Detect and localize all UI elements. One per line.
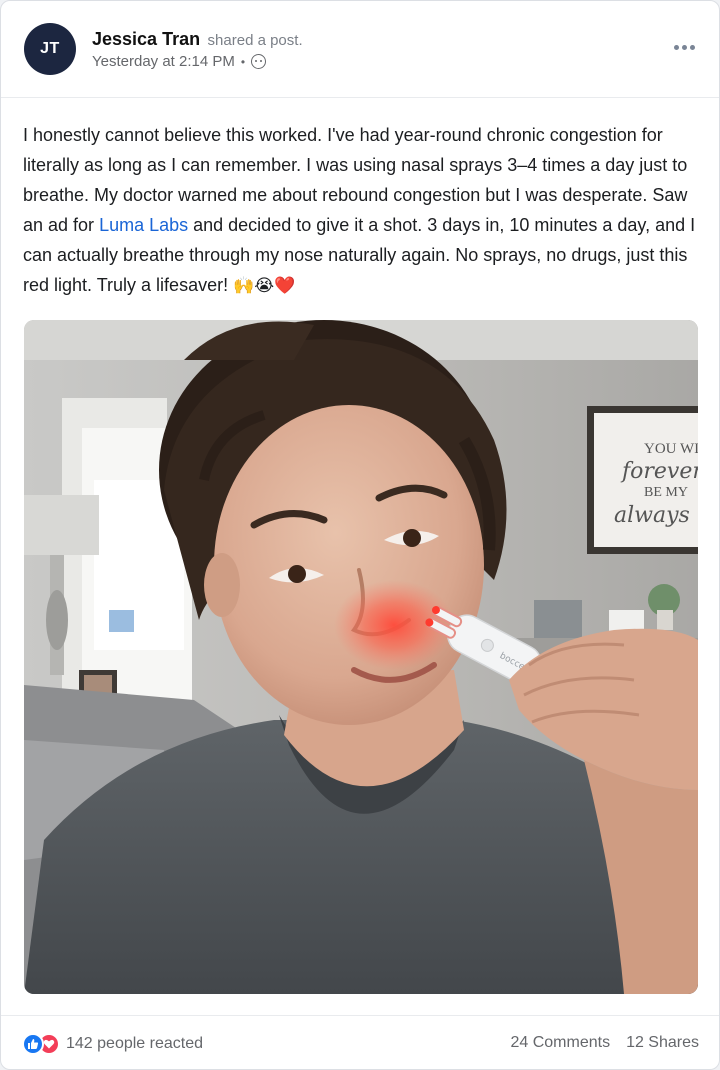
author-action: shared a post. (207, 32, 303, 49)
shares-count[interactable]: 12 Shares (626, 1034, 699, 1052)
post-photo[interactable]: YOU WILL forever BE MY always (24, 320, 698, 994)
reactions-summary[interactable]: 142 people reacted (22, 1033, 203, 1055)
post-text: I honestly cannot believe this worked. I… (23, 120, 699, 301)
comments-count[interactable]: 24 Comments (510, 1034, 610, 1052)
author-line: Jessica Tran shared a post. (92, 29, 303, 50)
reactions-count[interactable]: 142 people reacted (66, 1035, 203, 1053)
post-emojis: 🙌😭❤️ (233, 276, 296, 296)
post-meta: Yesterday at 2:14 PM • (92, 53, 267, 70)
avatar[interactable]: JT (24, 23, 76, 75)
more-options-icon[interactable] (674, 45, 695, 50)
sign-line-4: always (614, 503, 690, 528)
meta-separator: • (240, 54, 246, 69)
post-timestamp[interactable]: Yesterday at 2:14 PM (92, 53, 235, 70)
sign-line-3: BE MY (644, 485, 688, 500)
sign-line-1: YOU WILL (644, 441, 698, 457)
post-card: JT Jessica Tran shared a post. Yesterday… (0, 0, 720, 1070)
selfie-illustration: YOU WILL forever BE MY always (24, 320, 698, 994)
post-header: JT Jessica Tran shared a post. Yesterday… (1, 1, 719, 98)
engagement-counts: 24 Comments 12 Shares (510, 1034, 699, 1052)
luma-labs-link[interactable]: Luma Labs (99, 215, 188, 235)
sign-line-2: forever (620, 459, 698, 484)
post-footer: 142 people reacted 24 Comments 12 Shares (1, 1015, 719, 1069)
author-name[interactable]: Jessica Tran (92, 29, 200, 49)
like-reaction-icon (22, 1033, 44, 1055)
friends-icon[interactable] (251, 54, 267, 69)
